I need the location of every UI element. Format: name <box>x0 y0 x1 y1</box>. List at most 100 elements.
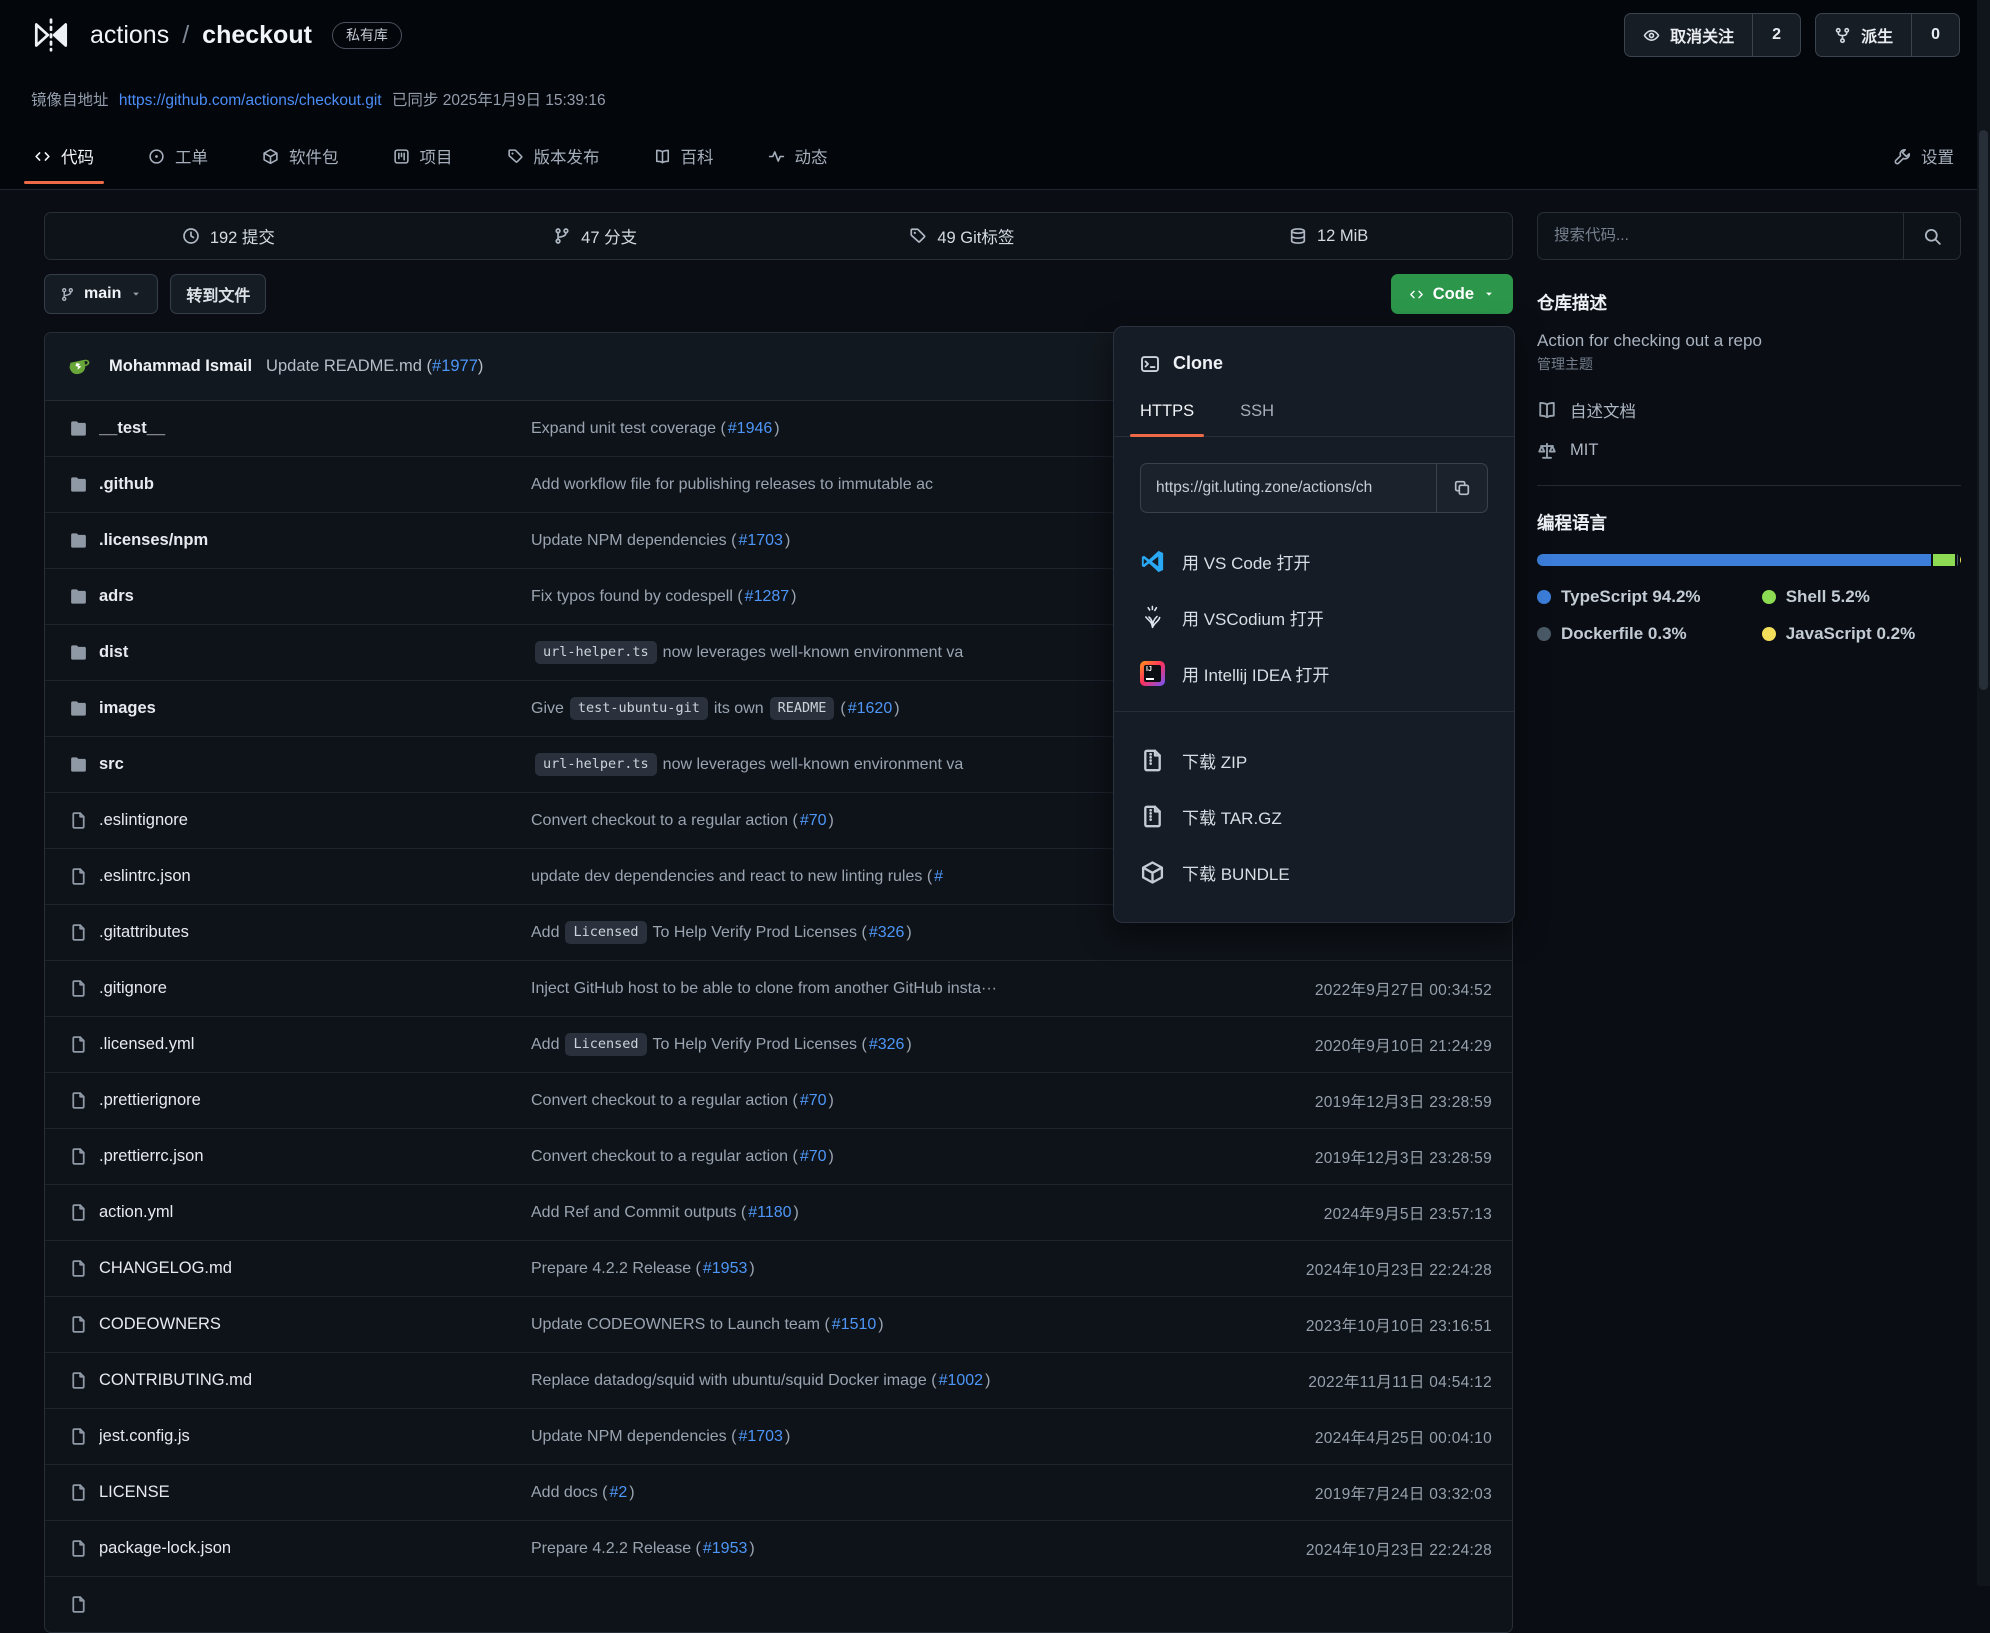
commit-date: 2022年9月27日 00:34:52 <box>1315 978 1492 1000</box>
clone-url-group <box>1140 463 1488 513</box>
issue-link[interactable]: #1002 <box>939 1372 984 1390</box>
tab-软件包[interactable]: 软件包 <box>258 128 343 184</box>
file-name-link[interactable]: src <box>99 755 531 774</box>
file-name-link[interactable]: CHANGELOG.md <box>99 1259 531 1278</box>
file-name-link[interactable]: .prettierignore <box>99 1091 531 1110</box>
table-row: package-lock.json Prepare 4.2.2 Release … <box>45 1521 1512 1577</box>
tab-动态[interactable]: 动态 <box>764 128 832 184</box>
repo-sidebar: 仓库描述 Action for checking out a repo 管理主题… <box>1537 212 1961 644</box>
file-name-link[interactable]: jest.config.js <box>99 1427 531 1446</box>
file-name-link[interactable]: __test__ <box>99 419 531 438</box>
issue-link[interactable]: #1946 <box>728 420 773 438</box>
file-icon <box>65 1091 91 1110</box>
meta-MIT[interactable]: MIT <box>1537 441 1961 461</box>
file-name-link[interactable]: .eslintignore <box>99 811 531 830</box>
file-name-link[interactable]: .gitignore <box>99 979 531 998</box>
issue-link[interactable]: #70 <box>800 1092 827 1110</box>
fork-count[interactable]: 0 <box>1911 14 1959 56</box>
menu-item-下载-bundle[interactable]: 下载 BUNDLE <box>1140 844 1488 900</box>
repo-stat[interactable]: 192 提交 <box>45 224 412 248</box>
clone-url-input[interactable] <box>1141 464 1436 512</box>
history-icon <box>182 227 200 245</box>
file-name-link[interactable]: dist <box>99 643 531 662</box>
issue-link[interactable]: #326 <box>869 924 905 942</box>
issue-link[interactable]: #2 <box>609 1484 627 1502</box>
tab-settings[interactable]: 设置 <box>1890 128 1958 184</box>
table-row: CONTRIBUTING.md Replace datadog/squid wi… <box>45 1353 1512 1409</box>
copy-url-button[interactable] <box>1436 464 1487 512</box>
search-button[interactable] <box>1903 213 1960 259</box>
fork-button-group: 派生 0 <box>1815 13 1960 57</box>
file-name-link[interactable]: .prettierrc.json <box>99 1147 531 1166</box>
tab-ssh[interactable]: SSH <box>1240 402 1274 436</box>
mirror-url-link[interactable]: https://github.com/actions/checkout.git <box>119 92 382 109</box>
menu-item-用-intellij-idea-打开[interactable]: IJ 用 Intellij IDEA 打开 <box>1140 645 1488 701</box>
menu-item-下载-zip[interactable]: 下载 ZIP <box>1140 732 1488 788</box>
latest-commit-message: Update README.md (#1977) <box>266 357 483 376</box>
watch-count[interactable]: 2 <box>1752 14 1800 56</box>
commit-message: Add Licensed To Help Verify Prod License… <box>531 1033 1295 1056</box>
issue-link[interactable]: #70 <box>800 1148 827 1166</box>
issue-link[interactable]: #70 <box>800 812 827 830</box>
tab-代码[interactable]: 代码 <box>30 128 98 184</box>
manage-topics-link[interactable]: 管理主题 <box>1537 356 1593 372</box>
issue-link[interactable]: #1953 <box>703 1540 748 1558</box>
commit-message: Inject GitHub host to be able to clone f… <box>531 980 1295 998</box>
file-name-link[interactable]: images <box>99 699 531 718</box>
tab-百科[interactable]: 百科 <box>650 128 718 184</box>
issue-link[interactable]: #1180 <box>748 1204 791 1222</box>
issue-link[interactable]: #326 <box>869 1036 905 1054</box>
file-name-link[interactable]: .eslintrc.json <box>99 867 531 886</box>
file-name-link[interactable]: CONTRIBUTING.md <box>99 1371 531 1390</box>
language-segment-typescript <box>1537 554 1931 566</box>
repo-stat[interactable]: 47 分支 <box>412 224 779 248</box>
tab-版本发布[interactable]: 版本发布 <box>503 128 604 184</box>
repo-stat[interactable]: 49 Git标签 <box>779 224 1146 248</box>
avatar[interactable] <box>65 352 95 382</box>
breadcrumb-repo-link[interactable]: checkout <box>202 21 312 50</box>
file-icon <box>65 1483 91 1502</box>
tab-项目[interactable]: 项目 <box>389 128 457 184</box>
file-name-link[interactable]: .github <box>99 475 531 494</box>
clone-heading: Clone <box>1114 353 1514 374</box>
repo-stat[interactable]: 12 MiB <box>1145 227 1512 246</box>
goto-file-button[interactable]: 转到文件 <box>170 274 266 314</box>
branch-name: main <box>84 285 121 303</box>
file-name-link[interactable]: .licensed.yml <box>99 1035 531 1054</box>
issue-link[interactable]: #1620 <box>848 700 893 718</box>
meta-自述文档[interactable]: 自述文档 <box>1537 398 1961 422</box>
table-row: .prettierignore Convert checkout to a re… <box>45 1073 1512 1129</box>
search-input[interactable] <box>1538 213 1903 259</box>
issue-link[interactable]: # <box>934 868 943 886</box>
file-name-link[interactable]: package-lock.json <box>99 1539 531 1558</box>
file-name-link[interactable]: CODEOWNERS <box>99 1315 531 1334</box>
branch-selector[interactable]: main <box>44 274 158 314</box>
file-name-link[interactable]: action.yml <box>99 1203 531 1222</box>
fork-button[interactable]: 派生 <box>1816 14 1911 56</box>
tab-https[interactable]: HTTPS <box>1140 402 1194 436</box>
unwatch-button[interactable]: 取消关注 <box>1625 14 1752 56</box>
scrollbar-thumb[interactable] <box>1979 130 1988 690</box>
mirror-synced: 已同步 2025年1月9日 15:39:16 <box>392 92 606 109</box>
file-name-link[interactable]: adrs <box>99 587 531 606</box>
file-name-link[interactable]: .gitattributes <box>99 923 531 942</box>
breadcrumb-owner-link[interactable]: actions <box>90 21 169 50</box>
issue-link[interactable]: #1977 <box>432 357 478 375</box>
issue-link[interactable]: #1703 <box>738 1428 783 1446</box>
issue-link[interactable]: #1953 <box>703 1260 748 1278</box>
commit-author-link[interactable]: Mohammad Ismail <box>109 357 252 376</box>
tab-工单[interactable]: 工单 <box>144 128 212 184</box>
menu-item-下载-tar.gz[interactable]: 下载 TAR.GZ <box>1140 788 1488 844</box>
branch-icon <box>60 287 75 302</box>
code-button[interactable]: Code <box>1391 274 1513 314</box>
law-icon <box>1537 441 1557 461</box>
file-name-link[interactable]: .licenses/npm <box>99 531 531 550</box>
issue-link[interactable]: #1287 <box>745 588 790 606</box>
issue-link[interactable]: #1703 <box>738 532 783 550</box>
file-name-link[interactable]: LICENSE <box>99 1483 531 1502</box>
menu-item-用-vs-code-打开[interactable]: 用 VS Code 打开 <box>1140 533 1488 589</box>
menu-item-用-vscodium-打开[interactable]: 用 VSCodium 打开 <box>1140 589 1488 645</box>
issue-link[interactable]: #1510 <box>832 1316 877 1334</box>
table-row: .gitignore Inject GitHub host to be able… <box>45 961 1512 1017</box>
message-text: ) <box>906 1036 911 1054</box>
